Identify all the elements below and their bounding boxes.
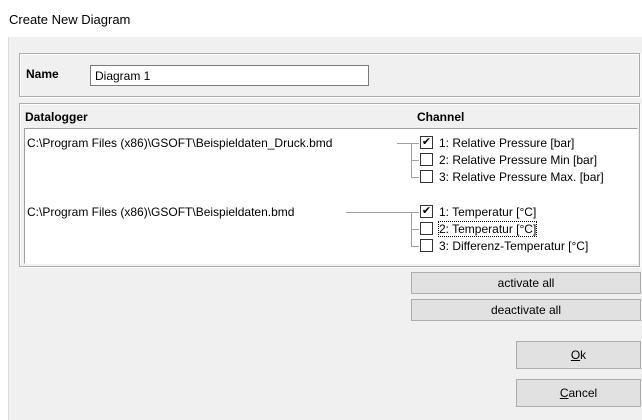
title-bar[interactable]: Create New Diagram — [0, 0, 642, 36]
name-label: Name — [26, 67, 59, 81]
create-diagram-dialog: Create New Diagram Name Datalogger Chann… — [0, 0, 642, 420]
datalogger-path: C:\Program Files (x86)\GSOFT\Beispieldat… — [27, 205, 295, 219]
datalogger-panel: Datalogger Channel C:\Program Files (x86… — [19, 103, 640, 267]
dialog-client-area: Name Datalogger Channel C:\Program Files… — [8, 37, 642, 420]
channel-label: 1: Temperatur [°C] — [439, 205, 537, 219]
tree-connector — [411, 212, 419, 213]
datalogger-channel-list[interactable]: C:\Program Files (x86)\GSOFT\Beispieldat… — [24, 128, 638, 264]
channel-label: 2: Temperatur [°C] — [437, 221, 538, 237]
datalogger-header: Datalogger — [25, 110, 88, 124]
datalogger-path: C:\Program Files (x86)\GSOFT\Beispieldat… — [27, 136, 333, 150]
tree-connector — [411, 160, 419, 161]
channel-checkbox[interactable] — [420, 170, 433, 183]
tree-connector — [397, 143, 411, 144]
channel-label: 3: Differenz-Temperatur [°C] — [439, 239, 589, 253]
channel-checkbox[interactable]: ✔ — [420, 205, 433, 218]
channel-label: 3: Relative Pressure Max. [bar] — [439, 170, 604, 184]
channel-checkbox[interactable]: ✔ — [420, 136, 433, 149]
tree-connector — [346, 212, 411, 213]
activate-all-button[interactable]: activate all — [411, 272, 641, 294]
channel-checkbox[interactable] — [420, 239, 433, 252]
channel-checkbox[interactable] — [420, 222, 433, 235]
cancel-button[interactable]: Cancel — [516, 379, 641, 407]
name-input[interactable] — [90, 65, 369, 86]
tree-connector — [411, 246, 419, 247]
channel-header: Channel — [417, 110, 465, 124]
tree-connector — [411, 143, 419, 144]
channel-checkbox[interactable] — [420, 153, 433, 166]
ok-label-rest: k — [580, 348, 587, 362]
ok-accelerator: O — [570, 348, 581, 362]
cancel-label-rest: ancel — [568, 386, 598, 400]
tree-connector — [411, 177, 419, 178]
ok-button[interactable]: Ok — [516, 341, 641, 369]
tree-connector — [411, 229, 419, 230]
deactivate-all-button[interactable]: deactivate all — [411, 299, 641, 321]
channel-label: 1: Relative Pressure [bar] — [439, 136, 575, 150]
window-title: Create New Diagram — [9, 12, 131, 27]
name-group: Name — [19, 53, 640, 97]
channel-label: 2: Relative Pressure Min [bar] — [439, 153, 598, 167]
